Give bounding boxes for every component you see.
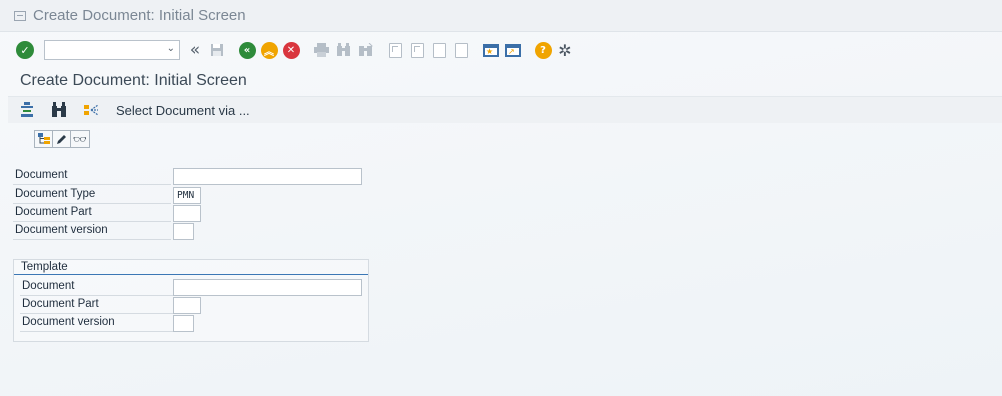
next-page-icon[interactable] — [429, 40, 449, 60]
document-type-label: Document Type — [13, 186, 171, 204]
cancel-icon[interactable]: ✕ — [281, 40, 301, 60]
previous-page-icon[interactable] — [407, 40, 427, 60]
command-dropdown-icon[interactable]: ⌄ — [167, 43, 175, 54]
select-document-via-button[interactable]: Select Document via ... — [116, 103, 250, 118]
find-icon[interactable] — [333, 40, 353, 60]
application-toolbar: Select Document via ... — [8, 97, 1002, 123]
template-document-part-label: Document Part — [20, 296, 178, 314]
new-session-icon[interactable]: ★ — [481, 40, 501, 60]
page-title: Create Document: Initial Screen — [20, 72, 247, 89]
shortcut-icon[interactable]: ↗ — [503, 40, 523, 60]
template-title: Template — [14, 260, 368, 275]
document-row: Document — [13, 167, 363, 185]
document-input[interactable] — [173, 168, 362, 185]
structure-select-icon[interactable] — [82, 101, 100, 119]
document-version-label: Document version — [13, 222, 171, 240]
find-next-icon[interactable] — [355, 40, 375, 60]
system-toolbar: ✓ ⌄ « « ︽ ✕ ★ ↗ ? ✲ — [0, 33, 1002, 67]
document-part-input[interactable] — [173, 205, 201, 222]
create-list-icon[interactable] — [18, 101, 36, 119]
last-page-icon[interactable] — [451, 40, 471, 60]
save-icon[interactable] — [207, 40, 227, 60]
template-document-row: Document — [20, 278, 368, 296]
template-document-version-label: Document version — [20, 314, 178, 332]
first-page-icon[interactable] — [385, 40, 405, 60]
mode-toggle-group: 👓︎ — [34, 130, 90, 148]
template-document-version-input[interactable] — [173, 315, 194, 332]
binoculars-icon[interactable] — [50, 101, 68, 119]
template-document-input[interactable] — [173, 279, 362, 296]
template-group: Template Document Document Part Document… — [13, 259, 369, 342]
back-icon[interactable]: « — [237, 40, 257, 60]
template-document-label: Document — [20, 278, 178, 296]
help-icon[interactable]: ? — [533, 40, 553, 60]
document-version-row: Document version — [13, 222, 363, 240]
window-title: Create Document: Initial Screen — [33, 7, 246, 24]
pencil-icon[interactable] — [53, 131, 71, 147]
document-type-input[interactable]: PMN — [173, 187, 201, 204]
print-icon[interactable] — [311, 40, 331, 60]
collapse-icon[interactable]: « — [185, 40, 205, 60]
command-field[interactable]: ⌄ — [44, 40, 180, 60]
glasses-icon[interactable]: 👓︎ — [71, 131, 89, 147]
template-document-version-row: Document version — [20, 314, 368, 332]
document-part-row: Document Part — [13, 204, 363, 222]
enter-icon[interactable]: ✓ — [16, 41, 34, 59]
document-version-input[interactable] — [173, 223, 194, 240]
window-titlebar: Create Document: Initial Screen — [0, 0, 1002, 32]
window-menu-icon[interactable] — [14, 10, 26, 21]
settings-icon[interactable]: ✲ — [555, 40, 575, 60]
document-type-row: Document Type PMN — [13, 186, 363, 204]
document-label: Document — [13, 167, 171, 185]
template-document-part-row: Document Part — [20, 296, 368, 314]
document-part-label: Document Part — [13, 204, 171, 222]
hierarchy-icon[interactable] — [35, 131, 53, 147]
exit-icon[interactable]: ︽ — [259, 40, 279, 60]
template-document-part-input[interactable] — [173, 297, 201, 314]
